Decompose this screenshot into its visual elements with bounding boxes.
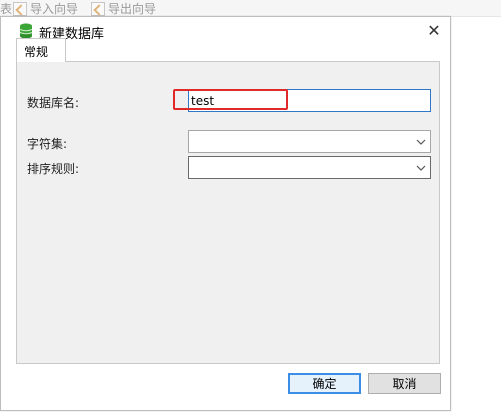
collation-select[interactable] [188, 156, 431, 179]
export-wizard-label: 导出向导 [108, 2, 157, 16]
database-name-field[interactable] [188, 89, 431, 112]
close-button[interactable]: ✕ [425, 20, 443, 40]
ok-button[interactable]: 确定 [288, 373, 361, 394]
cancel-button-label: 取消 [392, 377, 417, 391]
ok-button-label: 确定 [312, 377, 337, 391]
background-toolbar: 表 导入向导 导出向导 [0, 0, 501, 17]
tab-general-label: 常规 [24, 45, 49, 59]
close-icon: ✕ [427, 20, 441, 40]
chevron-down-icon[interactable] [414, 134, 428, 150]
import-icon [13, 1, 27, 16]
database-icon [19, 23, 33, 39]
toolbar-edge-text: 表 [0, 2, 13, 16]
import-wizard-button[interactable]: 导入向导 [13, 0, 78, 17]
chevron-down-icon[interactable] [414, 160, 428, 176]
dialog-titlebar[interactable]: 新建数据库 ✕ [1, 17, 450, 45]
tab-general[interactable]: 常规 [16, 38, 66, 62]
export-icon [91, 1, 105, 16]
export-wizard-button[interactable]: 导出向导 [91, 0, 156, 17]
database-name-input[interactable] [189, 90, 430, 111]
collation-label: 排序规则: [27, 162, 80, 176]
charset-select[interactable] [188, 130, 431, 153]
cancel-button[interactable]: 取消 [368, 373, 441, 394]
import-wizard-label: 导入向导 [30, 2, 79, 16]
charset-label: 字符集: [27, 137, 68, 151]
database-name-label: 数据库名: [27, 96, 80, 110]
